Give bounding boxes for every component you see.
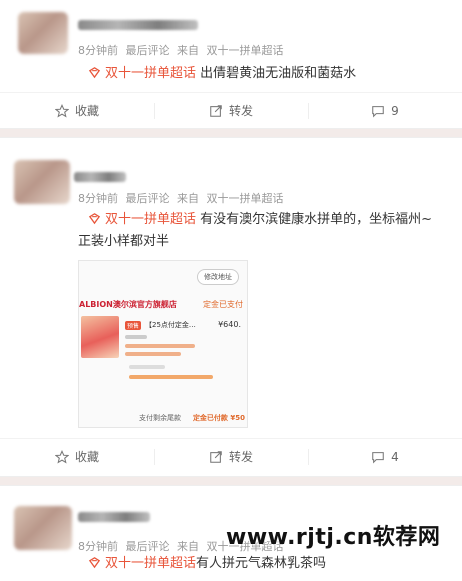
action-bar: 收藏 转发 9: [0, 92, 462, 128]
post-body: 有人拼元气森林乳茶吗: [196, 556, 327, 571]
avatar[interactable]: [18, 12, 68, 54]
store-status: 定金已支付: [203, 300, 243, 309]
topic-link[interactable]: 双十一拼单超话: [105, 556, 196, 571]
username-redacted[interactable]: [78, 20, 198, 30]
super-topic-icon: [88, 213, 101, 225]
attached-image[interactable]: 修改地址 ALBION澳尔滨官方旗舰店 定金已支付 预售 【25点付定金… ¥6…: [78, 260, 248, 428]
avatar[interactable]: [14, 160, 70, 204]
repost-button[interactable]: 转发: [154, 439, 308, 474]
store-name: ALBION澳尔滨官方旗舰店: [79, 300, 177, 309]
star-icon: [54, 449, 69, 464]
post-divider: [0, 476, 462, 486]
from-label: 来自: [177, 192, 199, 205]
post-text: 双十一拼单超话有人拼元气森林乳茶吗: [88, 554, 326, 574]
comment-button[interactable]: 9: [308, 93, 462, 128]
site-watermark: www.rjtj.cn软荐网: [226, 525, 441, 550]
repost-icon: [210, 104, 222, 117]
repost-button[interactable]: 转发: [154, 93, 308, 128]
from-label: 来自: [177, 540, 199, 553]
comment-count: 9: [391, 103, 399, 118]
collect-button[interactable]: 收藏: [0, 93, 154, 128]
blurred-line: [125, 352, 181, 356]
blurred-line: [125, 344, 195, 348]
topic-link[interactable]: 双十一拼单超话: [105, 212, 196, 227]
store-row: ALBION澳尔滨官方旗舰店 定金已支付: [79, 299, 247, 313]
post-body-line1: 有没有澳尔滨健康水拼单的，坐标福州~: [200, 212, 433, 227]
super-topic-icon: [88, 67, 101, 79]
username-redacted[interactable]: [78, 512, 150, 522]
modify-address-button: 修改地址: [197, 269, 239, 285]
product-thumbnail: [81, 316, 119, 358]
repost-label: 转发: [228, 104, 253, 118]
source-link[interactable]: 双十一拼单超话: [207, 192, 284, 205]
post-meta: 8分钟前 最后评论 来自 双十一拼单超话: [78, 42, 288, 58]
action-bar: 收藏 转发 4: [0, 438, 462, 474]
post-time: 8分钟前: [78, 192, 118, 205]
comment-icon: [372, 105, 384, 118]
product-price: ¥640.: [218, 320, 241, 329]
comment-count: 4: [391, 449, 399, 464]
repost-label: 转发: [228, 450, 253, 464]
blurred-line: [129, 365, 165, 369]
collect-button[interactable]: 收藏: [0, 439, 154, 474]
post-text: 双十一拼单超话 有没有澳尔滨健康水拼单的，坐标福州~: [88, 210, 432, 230]
comment-button[interactable]: 4: [308, 439, 462, 474]
post-divider: [0, 128, 462, 138]
username-redacted[interactable]: [74, 172, 126, 182]
repost-icon: [210, 450, 222, 463]
post-meta: 8分钟前 最后评论 来自 双十一拼单超话: [78, 190, 288, 206]
collect-label: 收藏: [74, 104, 99, 118]
post-text: 双十一拼单超话 出倩碧黄油无油版和菌菇水: [88, 64, 356, 84]
avatar[interactable]: [14, 506, 72, 550]
presale-tag: 预售: [125, 321, 142, 330]
footer-left: 支付剩余尾款: [139, 414, 181, 422]
last-comment-label: 最后评论: [125, 192, 170, 205]
post-time: 8分钟前: [78, 540, 118, 553]
comment-icon: [372, 451, 384, 464]
collect-label: 收藏: [74, 450, 99, 464]
blurred-line: [125, 335, 147, 339]
post-body: 出倩碧黄油无油版和菌菇水: [200, 66, 357, 81]
last-comment-label: 最后评论: [125, 540, 170, 553]
post-time: 8分钟前: [78, 44, 118, 57]
last-comment-label: 最后评论: [125, 44, 170, 57]
super-topic-icon: [88, 557, 101, 569]
post-body-line2: 正装小样都对半: [78, 234, 170, 249]
topic-link[interactable]: 双十一拼单超话: [105, 66, 196, 81]
blurred-line: [129, 375, 213, 379]
star-icon: [54, 103, 69, 118]
source-link[interactable]: 双十一拼单超话: [207, 44, 284, 57]
footer-right: 定金已付款 ¥50: [192, 414, 245, 422]
from-label: 来自: [177, 44, 199, 57]
product-title: 【25点付定金…: [145, 321, 196, 329]
